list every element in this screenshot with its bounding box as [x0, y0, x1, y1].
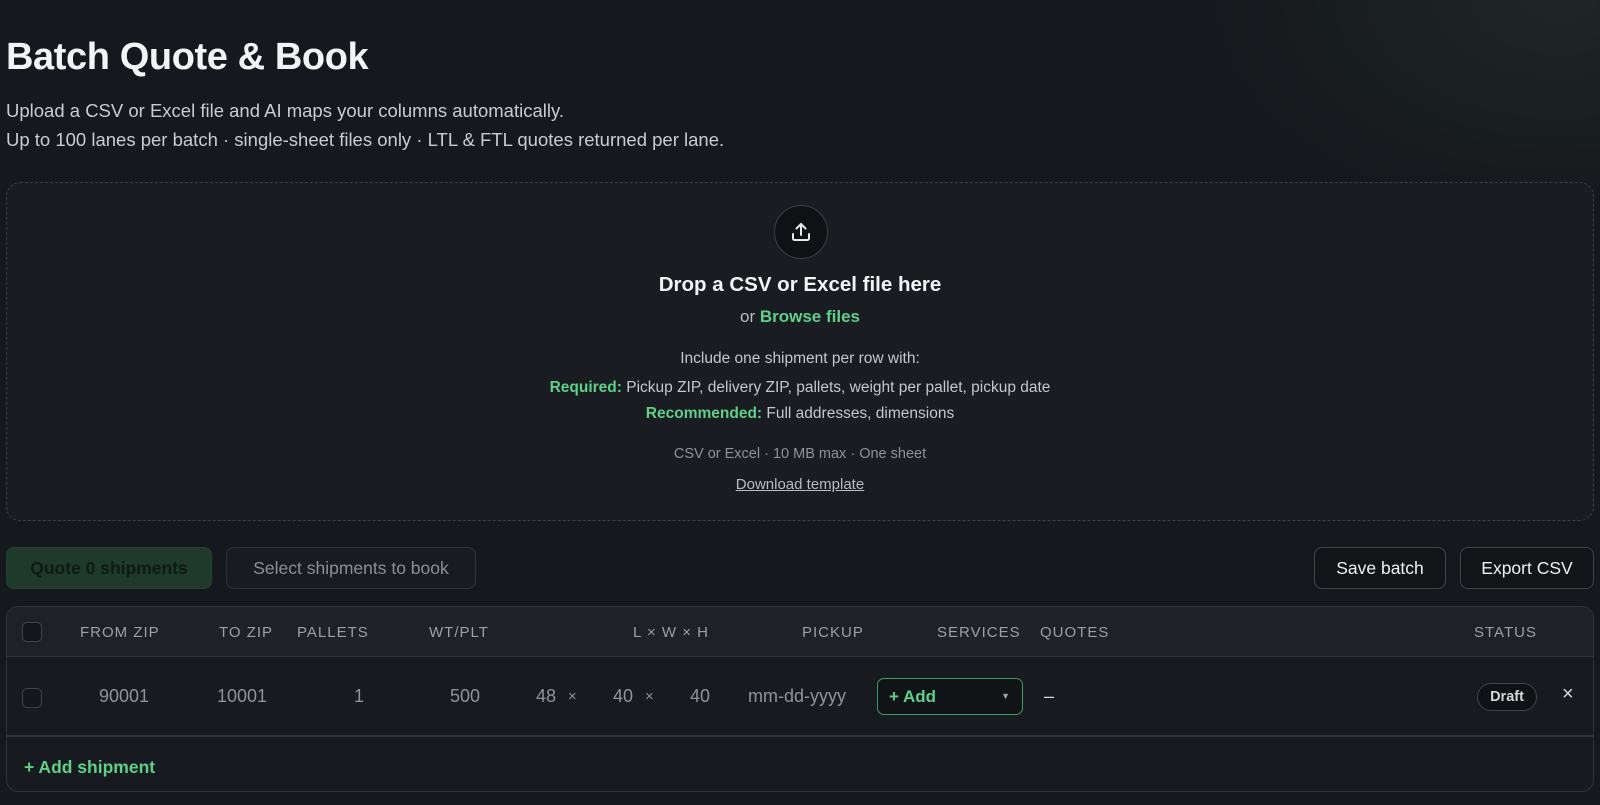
save-batch-button[interactable]: Save batch [1314, 547, 1446, 589]
column-header-dimensions: L × W × H [633, 624, 709, 641]
column-header-pickup: PICKUP [802, 624, 864, 641]
column-header-weight: WT/PLT [429, 624, 489, 641]
add-shipment-button[interactable]: + Add shipment [24, 757, 155, 778]
file-dropzone[interactable]: Drop a CSV or Excel file here or Browse … [6, 182, 1594, 521]
to-zip-input[interactable]: 10001 [217, 686, 267, 707]
save-batch-label: Save batch [1336, 557, 1424, 578]
page-subtitle-line2: Up to 100 lanes per batch · single-sheet… [6, 129, 725, 150]
length-input[interactable]: 48 [536, 686, 556, 707]
width-input[interactable]: 40 [613, 686, 633, 707]
recommended-label: Recommended: [645, 405, 763, 422]
select-to-book-button[interactable]: Select shipments to book [226, 547, 476, 589]
required-label: Required: [549, 379, 622, 396]
column-header-status: STATUS [1474, 624, 1537, 641]
required-fields-line: Required: Pickup ZIP, delivery ZIP, pall… [7, 379, 1593, 397]
column-header-quotes: QUOTES [1040, 624, 1110, 641]
quotes-value: – [1044, 686, 1055, 706]
export-csv-label: Export CSV [1481, 557, 1573, 578]
recommended-fields-line: Recommended: Full addresses, dimensions [7, 405, 1593, 423]
column-header-from-zip: FROM ZIP [80, 624, 160, 641]
shipments-table: FROM ZIP TO ZIP PALLETS WT/PLT L × W × H… [6, 606, 1594, 792]
row-select-checkbox[interactable] [22, 688, 42, 708]
recommended-fields-text: Full addresses, dimensions [766, 405, 955, 422]
column-header-to-zip: TO ZIP [219, 624, 274, 641]
upload-icon[interactable] [774, 205, 828, 259]
dropzone-or-line: or Browse files [7, 307, 1593, 327]
column-header-services: SERVICES [937, 624, 1021, 641]
weight-input[interactable]: 500 [450, 686, 480, 707]
page-subtitle-line1: Upload a CSV or Excel file and AI maps y… [6, 100, 564, 121]
remove-row-icon[interactable]: × [1562, 683, 1574, 706]
quote-shipments-label: Quote 0 shipments [30, 557, 188, 578]
select-all-checkbox[interactable] [22, 622, 42, 642]
services-dropdown[interactable]: + Add ▼ [877, 678, 1023, 715]
pallets-input[interactable]: 1 [354, 686, 364, 707]
required-fields-text: Pickup ZIP, delivery ZIP, pallets, weigh… [626, 379, 1051, 396]
times-sign: × [568, 688, 577, 705]
download-template-link[interactable]: Download template [736, 476, 864, 493]
file-limits-text: CSV or Excel · 10 MB max · One sheet [673, 446, 927, 462]
include-instructions: Include one shipment per row with: [680, 350, 920, 367]
or-text: or [739, 307, 756, 326]
page-title: Batch Quote & Book [6, 36, 369, 78]
select-to-book-label: Select shipments to book [253, 557, 449, 578]
caret-down-icon: ▼ [1001, 691, 1010, 701]
browse-files-link[interactable]: Browse files [760, 307, 860, 326]
services-add-label: + Add [889, 686, 937, 706]
status-badge: Draft [1477, 683, 1537, 711]
pickup-date-input[interactable]: mm-dd-yyyy [748, 686, 846, 707]
from-zip-input[interactable]: 90001 [99, 686, 149, 707]
table-row: 90001 10001 1 500 48 × 40 × 40 mm-dd-yyy… [7, 657, 1593, 737]
table-header: FROM ZIP TO ZIP PALLETS WT/PLT L × W × H… [7, 607, 1593, 657]
template-line: Download template [7, 476, 1593, 493]
export-csv-button[interactable]: Export CSV [1460, 547, 1594, 589]
dropzone-headline: Drop a CSV or Excel file here [658, 273, 942, 296]
column-header-pallets: PALLETS [297, 624, 369, 641]
times-sign: × [645, 688, 654, 705]
quote-shipments-button[interactable]: Quote 0 shipments [6, 547, 212, 589]
height-input[interactable]: 40 [690, 686, 710, 707]
